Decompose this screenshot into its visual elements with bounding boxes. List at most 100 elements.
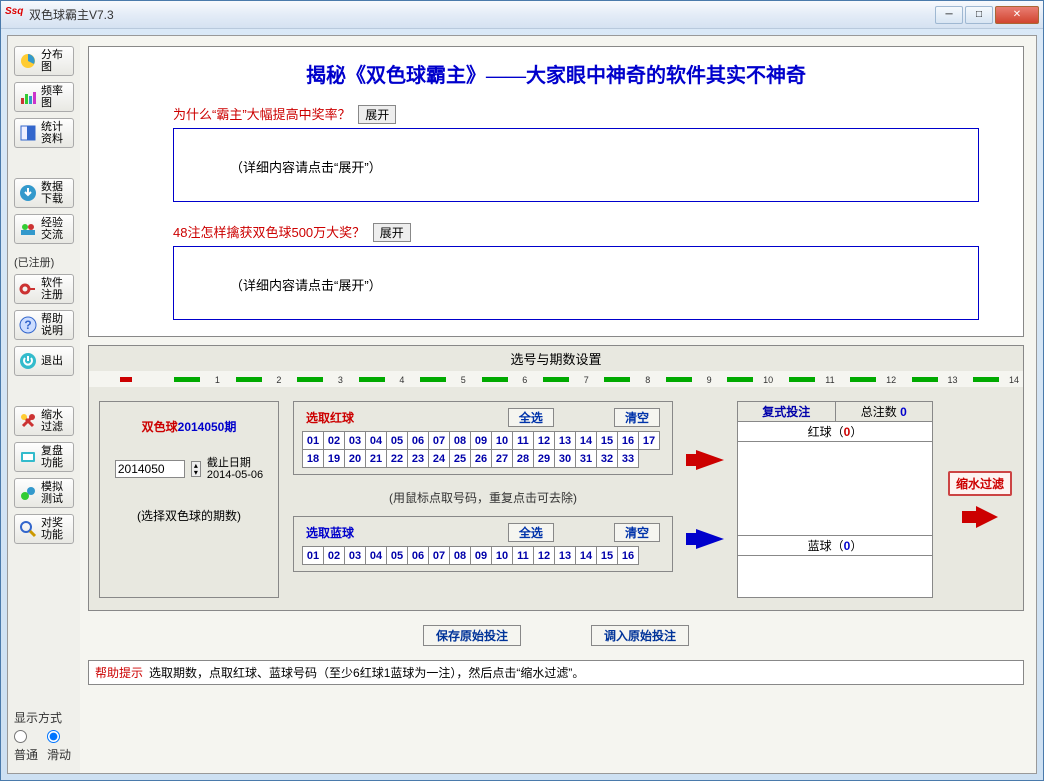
blue-ball-08[interactable]: 08 xyxy=(450,547,471,565)
blue-ball-11[interactable]: 11 xyxy=(513,547,534,565)
simulate-icon xyxy=(19,484,37,502)
red-ball-27[interactable]: 27 xyxy=(492,450,513,468)
red-ball-22[interactable]: 22 xyxy=(387,450,408,468)
exit-button[interactable]: 退出 xyxy=(14,346,74,376)
red-ball-20[interactable]: 20 xyxy=(345,450,366,468)
intro-box-1: （详细内容请点击“展开”） xyxy=(173,128,979,202)
period-number: 2014050期 xyxy=(178,420,237,434)
red-ball-03[interactable]: 03 xyxy=(345,432,366,450)
red-ball-07[interactable]: 07 xyxy=(429,432,450,450)
bet-blue-area[interactable] xyxy=(737,556,933,598)
red-ball-23[interactable]: 23 xyxy=(408,450,429,468)
period-input[interactable] xyxy=(115,460,185,478)
expand-button-2[interactable]: 展开 xyxy=(373,223,411,242)
red-ball-01[interactable]: 01 xyxy=(303,432,324,450)
red-ball-24[interactable]: 24 xyxy=(429,450,450,468)
red-ball-06[interactable]: 06 xyxy=(408,432,429,450)
red-ball-11[interactable]: 11 xyxy=(513,432,534,450)
data-download-button[interactable]: 数据下载 xyxy=(14,178,74,208)
red-clear-button[interactable]: 清空 xyxy=(614,408,660,427)
help-tag: 帮助提示 xyxy=(95,664,143,681)
red-ball-28[interactable]: 28 xyxy=(513,450,534,468)
blue-clear-button[interactable]: 清空 xyxy=(614,523,660,542)
red-ball-19[interactable]: 19 xyxy=(324,450,345,468)
load-original-bet-button[interactable]: 调入原始投注 xyxy=(591,625,689,646)
section-title: 选号与期数设置 xyxy=(88,345,1024,371)
blue-ball-15[interactable]: 15 xyxy=(597,547,618,565)
intro-box-2: （详细内容请点击“展开”） xyxy=(173,246,979,320)
shrink-filter-button[interactable]: 缩水过滤 xyxy=(14,406,74,436)
blue-ball-16[interactable]: 16 xyxy=(618,547,639,565)
blue-ball-05[interactable]: 05 xyxy=(387,547,408,565)
red-ball-33[interactable]: 33 xyxy=(618,450,639,468)
display-mode-slide[interactable]: 滑动 xyxy=(47,730,74,763)
maximize-button[interactable]: □ xyxy=(965,6,993,24)
red-arrow-icon xyxy=(686,450,724,470)
blue-ball-06[interactable]: 06 xyxy=(408,547,429,565)
red-ball-08[interactable]: 08 xyxy=(450,432,471,450)
red-ball-14[interactable]: 14 xyxy=(576,432,597,450)
frequency-chart-button[interactable]: 频率图 xyxy=(14,82,74,112)
distribution-chart-button[interactable]: 分布图 xyxy=(14,46,74,76)
blue-ball-group: 选取蓝球 全选 清空 01020304050607080910111213141… xyxy=(293,516,673,572)
red-ball-29[interactable]: 29 xyxy=(534,450,555,468)
red-select-all-button[interactable]: 全选 xyxy=(508,408,554,427)
sidebar: 分布图频率图统计资料 数据下载经验交流 (已注册) 软件注册?帮助说明退出 缩水… xyxy=(8,36,80,773)
red-ball-05[interactable]: 05 xyxy=(387,432,408,450)
experience-exchange-button[interactable]: 经验交流 xyxy=(14,214,74,244)
red-ball-21[interactable]: 21 xyxy=(366,450,387,468)
red-ball-30[interactable]: 30 xyxy=(555,450,576,468)
bet-compound-label: 复式投注 xyxy=(737,401,836,422)
close-button[interactable]: ✕ xyxy=(995,6,1039,24)
bet-red-area[interactable] xyxy=(737,442,933,536)
minimize-button[interactable]: ─ xyxy=(935,6,963,24)
red-ball-13[interactable]: 13 xyxy=(555,432,576,450)
help-doc-button[interactable]: ?帮助说明 xyxy=(14,310,74,340)
red-ball-17[interactable]: 17 xyxy=(639,432,660,450)
statistics-button[interactable]: 统计资料 xyxy=(14,118,74,148)
red-ball-10[interactable]: 10 xyxy=(492,432,513,450)
display-mode-normal[interactable]: 普通 xyxy=(14,730,41,763)
blue-ball-12[interactable]: 12 xyxy=(534,547,555,565)
red-ball-25[interactable]: 25 xyxy=(450,450,471,468)
sidebar-item-label: 退出 xyxy=(41,355,63,367)
period-hint: (选择双色球的期数) xyxy=(110,507,268,524)
replay-button[interactable]: 复盘功能 xyxy=(14,442,74,472)
intro-title: 揭秘《双色球霸主》——大家眼中神奇的软件其实不神奇 xyxy=(113,59,999,88)
intro-q1: 为什么“霸主”大幅提高中奖率？ 展开 xyxy=(173,104,999,124)
period-spinner[interactable]: ▴▾ xyxy=(191,461,201,477)
red-ball-31[interactable]: 31 xyxy=(576,450,597,468)
blue-ball-13[interactable]: 13 xyxy=(555,547,576,565)
software-register-icon xyxy=(19,280,37,298)
blue-ball-09[interactable]: 09 xyxy=(471,547,492,565)
red-ball-15[interactable]: 15 xyxy=(597,432,618,450)
blue-ball-14[interactable]: 14 xyxy=(576,547,597,565)
distribution-chart-icon xyxy=(19,52,37,70)
red-ball-32[interactable]: 32 xyxy=(597,450,618,468)
red-ball-09[interactable]: 09 xyxy=(471,432,492,450)
red-ball-04[interactable]: 04 xyxy=(366,432,387,450)
red-ball-16[interactable]: 16 xyxy=(618,432,639,450)
red-ball-18[interactable]: 18 xyxy=(303,450,324,468)
blue-ball-07[interactable]: 07 xyxy=(429,547,450,565)
software-register-button[interactable]: 软件注册 xyxy=(14,274,74,304)
red-ball-26[interactable]: 26 xyxy=(471,450,492,468)
check-prize-button[interactable]: 对奖功能 xyxy=(14,514,74,544)
display-mode-label: 显示方式 xyxy=(14,709,74,726)
blue-ball-02[interactable]: 02 xyxy=(324,547,345,565)
data-download-icon xyxy=(19,184,37,202)
red-ball-12[interactable]: 12 xyxy=(534,432,555,450)
blue-ball-03[interactable]: 03 xyxy=(345,547,366,565)
blue-select-all-button[interactable]: 全选 xyxy=(508,523,554,542)
red-ball-02[interactable]: 02 xyxy=(324,432,345,450)
period-box: 双色球2014050期 ▴▾ 截止日期 2014-05-06 (选择双色球的期数… xyxy=(99,401,279,598)
simulate-button[interactable]: 模拟测试 xyxy=(14,478,74,508)
sidebar-item-label: 复盘功能 xyxy=(41,445,63,469)
expand-button-1[interactable]: 展开 xyxy=(358,105,396,124)
help-doc-icon: ? xyxy=(19,316,37,334)
save-original-bet-button[interactable]: 保存原始投注 xyxy=(423,625,521,646)
blue-ball-10[interactable]: 10 xyxy=(492,547,513,565)
blue-ball-01[interactable]: 01 xyxy=(303,547,324,565)
shrink-filter-button[interactable]: 缩水过滤 xyxy=(948,471,1012,496)
blue-ball-04[interactable]: 04 xyxy=(366,547,387,565)
